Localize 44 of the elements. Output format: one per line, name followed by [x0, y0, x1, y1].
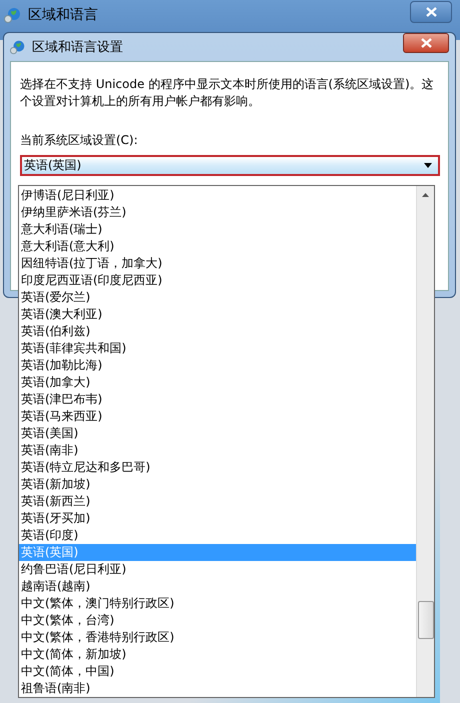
dropdown-item[interactable]: 英语(津巴布韦)	[19, 391, 416, 408]
dropdown-item[interactable]: 英语(马来西亚)	[19, 408, 416, 425]
description-text: 选择在不支持 Unicode 的程序中显示文本时所使用的语言(系统区域设置)。这个设置对计算机上的所有用户帐户都有影响。	[20, 76, 435, 110]
dropdown-item[interactable]: 因纽特语(拉丁语，加拿大)	[19, 255, 416, 272]
window-title: 区域和语言	[28, 6, 99, 24]
dropdown-item[interactable]: 意大利语(瑞士)	[19, 221, 416, 238]
dropdown-item[interactable]: 中文(繁体，台湾)	[19, 612, 416, 629]
close-icon	[420, 38, 432, 48]
dropdown-item[interactable]: 意大利语(意大利)	[19, 238, 416, 255]
dropdown-arrow-icon	[424, 163, 432, 168]
dropdown-item[interactable]: 伊博语(尼日利亚)	[19, 187, 416, 204]
dropdown-item[interactable]: 伊纳里萨米语(芬兰)	[19, 204, 416, 221]
dropdown-item[interactable]: 中文(简体，新加坡)	[19, 646, 416, 663]
dropdown-item[interactable]: 英语(菲律宾共和国)	[19, 340, 416, 357]
dropdown-item[interactable]: 约鲁巴语(尼日利亚)	[19, 561, 416, 578]
dropdown-item[interactable]: 英语(印度)	[19, 527, 416, 544]
dropdown-item[interactable]: 中文(繁体，香港特别行政区)	[19, 629, 416, 646]
dropdown-item[interactable]: 中文(繁体，澳门特别行政区)	[19, 595, 416, 612]
dialog-title: 区域和语言设置	[32, 39, 124, 56]
scrollbar[interactable]	[416, 186, 434, 697]
dropdown-item[interactable]: 英语(澳大利亚)	[19, 306, 416, 323]
dropdown-item[interactable]: 英语(爱尔兰)	[19, 289, 416, 306]
dropdown-item[interactable]: 祖鲁语(南非)	[19, 680, 416, 697]
dropdown-item[interactable]: 中文(简体，中国)	[19, 663, 416, 680]
field-label: 当前系统区域设置(C):	[20, 132, 139, 149]
dropdown-item[interactable]: 印度尼西亚语(印度尼西亚)	[19, 272, 416, 289]
globe-icon	[10, 39, 26, 55]
locale-dropdown[interactable]: 英语(英国)	[20, 155, 440, 176]
dropdown-item[interactable]: 英语(新加坡)	[19, 476, 416, 493]
dropdown-item[interactable]: 英语(伯利兹)	[19, 323, 416, 340]
scroll-up-icon[interactable]	[422, 193, 429, 197]
dropdown-item[interactable]: 英语(加拿大)	[19, 374, 416, 391]
dropdown-item[interactable]: 英语(南非)	[19, 442, 416, 459]
close-button[interactable]	[410, 1, 452, 23]
dropdown-item[interactable]: 英语(牙买加)	[19, 510, 416, 527]
dropdown-item[interactable]: 英语(新西兰)	[19, 493, 416, 510]
close-icon	[426, 7, 436, 17]
dropdown-item[interactable]: 越南语(越南)	[19, 578, 416, 595]
dropdown-item[interactable]: 英语(加勒比海)	[19, 357, 416, 374]
dropdown-item[interactable]: 英语(美国)	[19, 425, 416, 442]
scroll-thumb[interactable]	[418, 601, 434, 639]
close-button[interactable]	[403, 33, 449, 53]
globe-icon	[4, 6, 22, 24]
dropdown-item[interactable]: 英语(特立尼达和多巴哥)	[19, 459, 416, 476]
